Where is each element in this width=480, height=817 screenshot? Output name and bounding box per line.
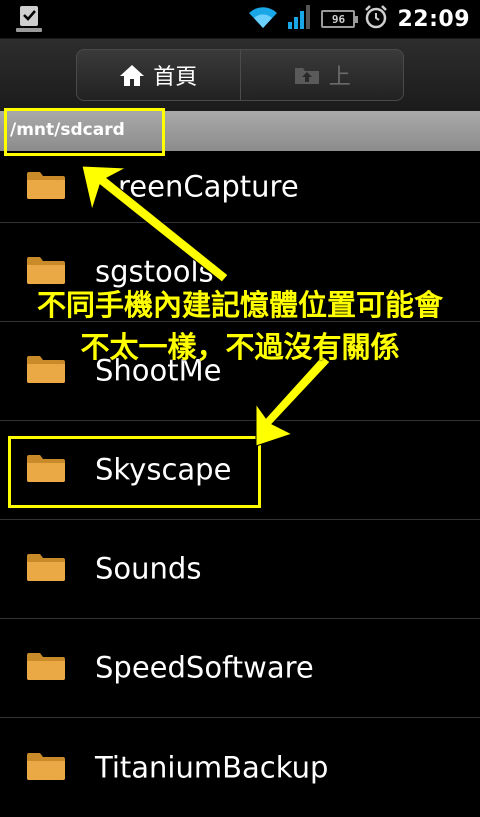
arrow-to-path — [81, 165, 229, 283]
arrow-to-skyscape — [255, 355, 331, 447]
annotation-line-1: 不同手機內建記憶體位置可能會 — [36, 288, 443, 322]
annotation-arrows — [81, 165, 331, 447]
annotation-line-2: 不太一樣，不過沒有關係 — [80, 330, 400, 364]
